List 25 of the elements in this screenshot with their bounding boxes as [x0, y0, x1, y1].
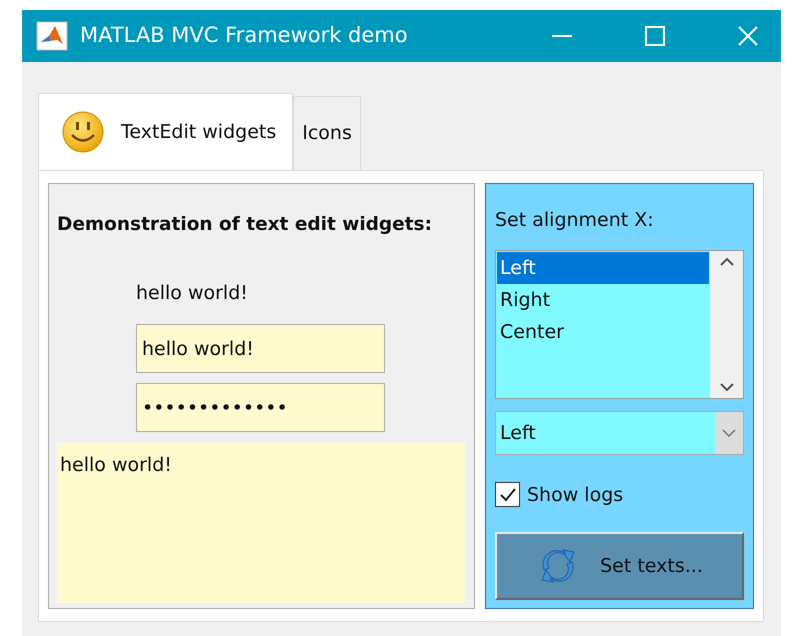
text-field[interactable]: hello world!	[136, 324, 385, 374]
minimize-icon	[552, 35, 572, 37]
list-item[interactable]: Left	[497, 252, 709, 284]
app-icon	[36, 21, 68, 51]
panel-heading: Demonstration of text edit widgets:	[57, 213, 433, 237]
alignment-label: Set alignment X:	[495, 208, 655, 233]
maximize-icon	[644, 26, 665, 46]
check-icon	[498, 486, 516, 503]
password-field[interactable]: •••••••••••••	[136, 383, 385, 432]
alignment-dropdown[interactable]: Left	[495, 410, 744, 454]
set-texts-button[interactable]: Set texts...	[495, 532, 744, 600]
scrollbar[interactable]	[710, 250, 743, 398]
checkbox[interactable]	[495, 482, 520, 508]
text-label: hello world!	[136, 280, 249, 306]
window-title: MATLAB MVC Framework demo	[80, 22, 408, 50]
scroll-down-icon[interactable]	[720, 382, 734, 392]
list-item[interactable]: Center	[497, 316, 709, 348]
scroll-up-icon[interactable]	[720, 256, 734, 266]
tab[interactable]: Icons	[293, 96, 361, 170]
smiley-icon	[61, 110, 105, 154]
list-item[interactable]: Right	[497, 284, 709, 316]
checkbox-label[interactable]: Show logs	[527, 480, 624, 509]
close-icon	[738, 26, 758, 46]
text-area[interactable]: hello world!	[57, 443, 465, 604]
tab[interactable]: TextEdit widgets	[38, 93, 294, 170]
